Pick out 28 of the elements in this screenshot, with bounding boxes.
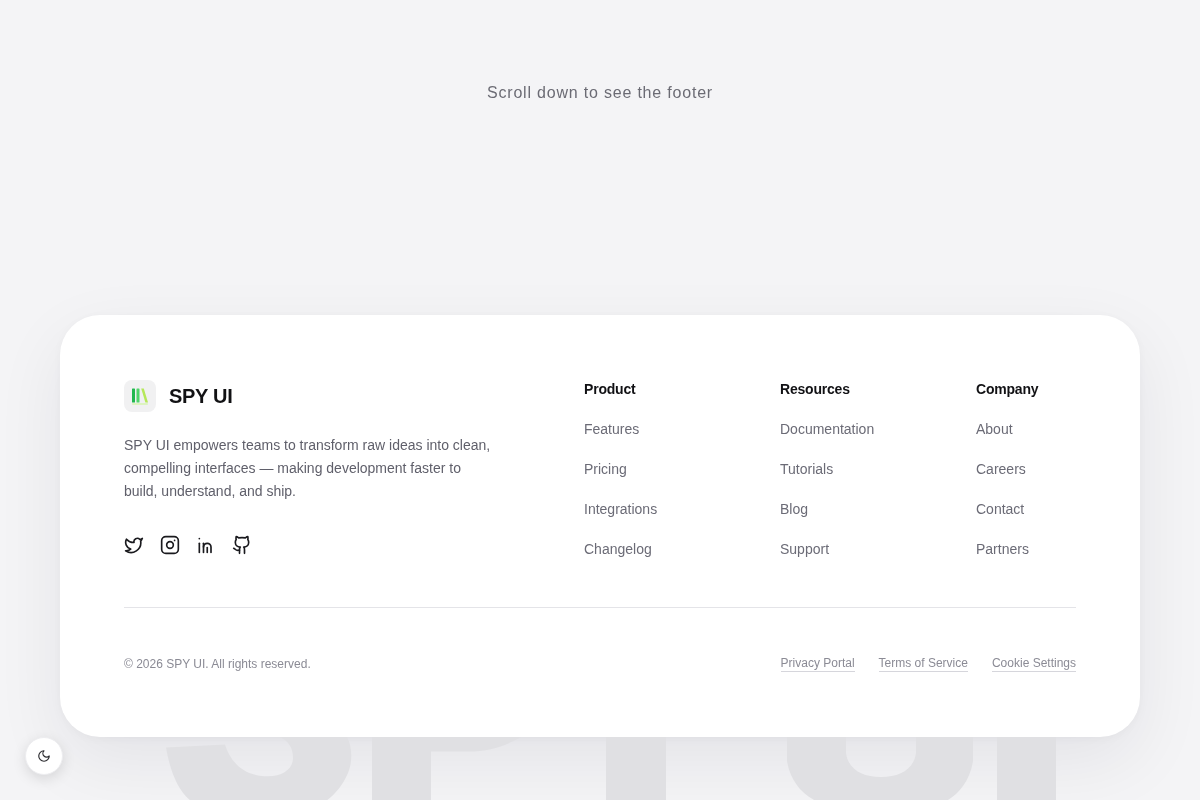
legal-link[interactable]: Terms of Service [878,656,968,672]
footer-link[interactable]: Partners [976,539,1029,559]
footer-link[interactable]: Integrations [584,499,658,519]
bird-icon[interactable] [124,535,144,555]
theme-toggle-button[interactable] [25,737,63,775]
footer-link[interactable]: Support [780,539,830,559]
footer-link[interactable]: Changelog [584,539,652,559]
footer-link[interactable]: Features [584,419,640,439]
column-heading: Product [584,380,636,399]
footer-link[interactable]: Tutorials [780,459,834,479]
footer-link[interactable]: About [976,419,1013,439]
scroll-hint: Scroll down to see the footer [487,83,713,103]
camera-icon[interactable] [160,535,180,555]
footer-link[interactable]: Documentation [780,419,875,439]
footer-link[interactable]: Careers [976,459,1026,479]
footer-link[interactable]: Pricing [584,459,627,479]
column-heading: Resources [780,380,850,399]
cat-icon[interactable] [232,535,252,555]
copyright-text: © 2026 SPY UI. All rights reserved. [124,656,311,672]
logo-icon [124,380,156,412]
moon-icon [37,749,51,763]
brand-description: SPY UI empowers teams to transform raw ideas into clean, compelling interfaces — making development faster to build, understand, and ship. [124,436,492,501]
footer-link[interactable]: Contact [976,499,1025,519]
legal-link[interactable]: Privacy Portal [780,656,855,672]
column-heading: Company [976,380,1039,399]
footer-link[interactable]: Blog [780,499,809,519]
brand-name: SPY UI [169,384,233,409]
legal-link[interactable]: Cookie Settings [991,656,1076,672]
